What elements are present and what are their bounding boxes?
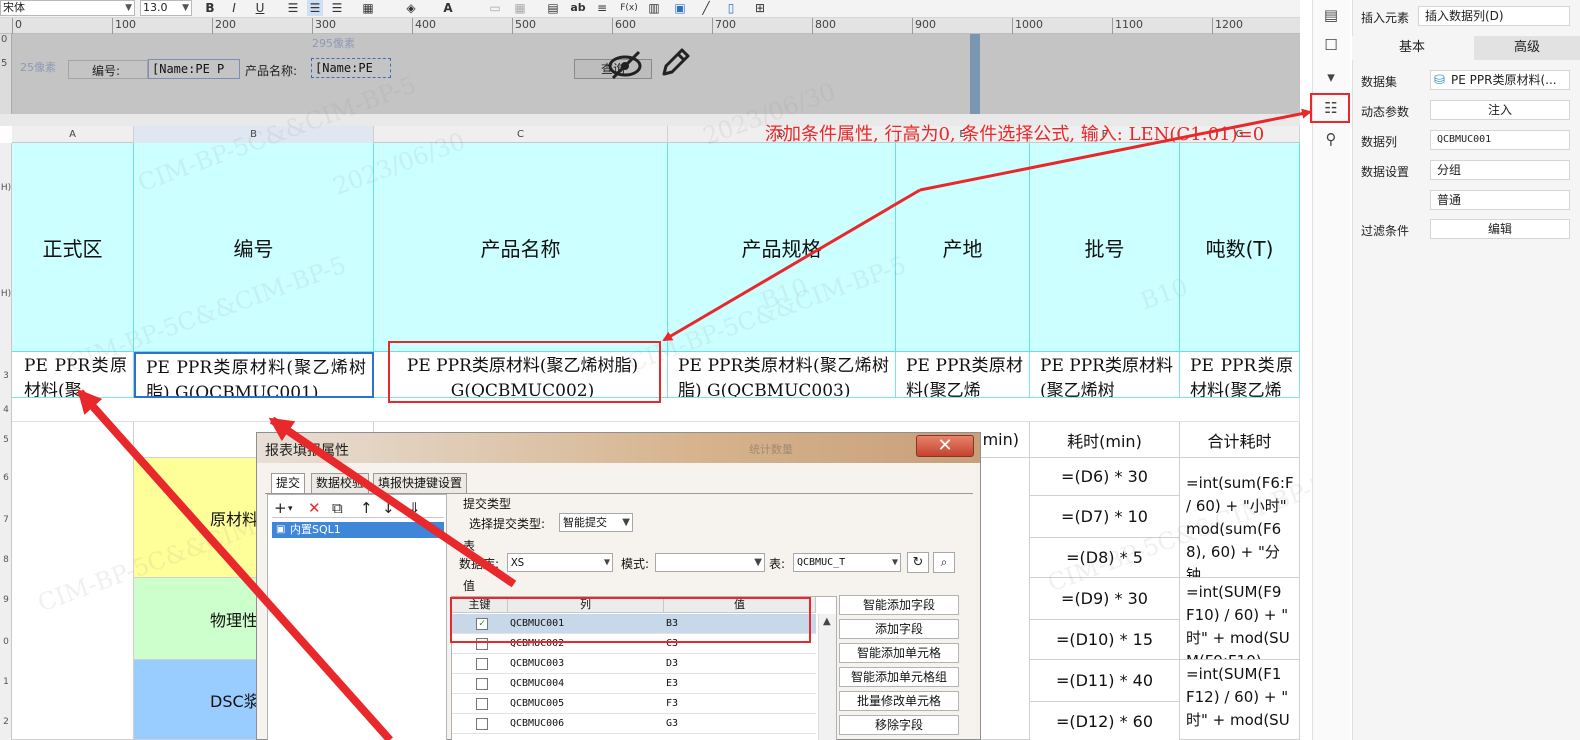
annotation-arrows <box>77 108 1312 740</box>
